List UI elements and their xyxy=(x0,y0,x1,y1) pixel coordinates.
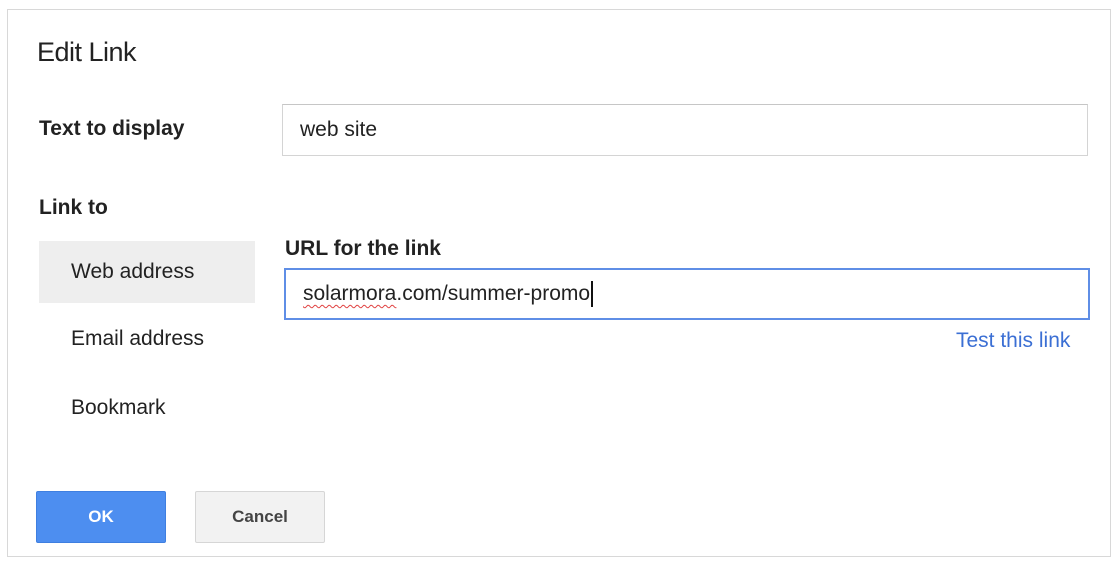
link-type-email-address[interactable]: Email address xyxy=(39,308,255,370)
url-value: solarmora.com/summer-promo xyxy=(303,282,590,306)
cancel-button[interactable]: Cancel xyxy=(195,491,325,543)
url-misspelled-part: solarmora xyxy=(303,282,397,305)
test-this-link[interactable]: Test this link xyxy=(956,329,1070,353)
text-to-display-value: web site xyxy=(300,118,378,141)
url-value-rest: .com/summer-promo xyxy=(396,282,591,305)
link-type-bookmark[interactable]: Bookmark xyxy=(39,377,255,439)
url-label: URL for the link xyxy=(285,237,441,260)
link-type-web-address[interactable]: Web address xyxy=(39,241,255,303)
url-input[interactable]: solarmora.com/summer-promo xyxy=(284,268,1090,320)
dialog-title: Edit Link xyxy=(37,37,137,67)
ok-button[interactable]: OK xyxy=(36,491,166,543)
text-caret xyxy=(591,281,594,307)
text-to-display-label: Text to display xyxy=(39,117,185,140)
edit-link-dialog: Edit Link Text to display web site Link … xyxy=(7,9,1111,557)
link-to-label: Link to xyxy=(39,196,108,219)
text-to-display-input[interactable]: web site xyxy=(282,104,1088,156)
